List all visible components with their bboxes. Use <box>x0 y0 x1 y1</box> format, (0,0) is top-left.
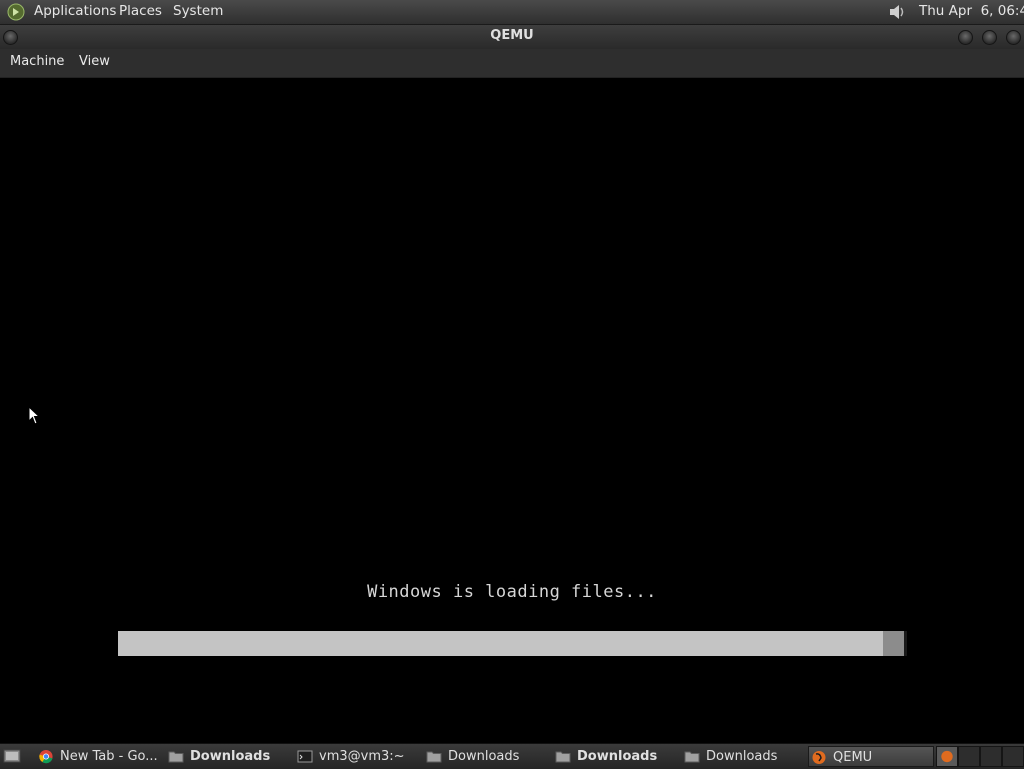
task-terminal[interactable]: vm3@vm3:~ <box>295 746 417 767</box>
qemu-menubar: Machine View <box>0 49 1024 78</box>
clock[interactable]: Thu Apr 6, 06:40 <box>919 0 1024 24</box>
window-title: QEMU <box>490 28 534 43</box>
loading-status-text: Windows is loading files... <box>367 582 657 602</box>
workspace-4[interactable] <box>1002 746 1024 767</box>
top-panel: Applications Places System Thu Apr 6, 06… <box>0 0 1024 25</box>
places-menu[interactable]: Places <box>119 0 162 24</box>
workspace-1[interactable] <box>936 746 958 767</box>
task-label: Downloads <box>190 749 271 764</box>
task-qemu[interactable]: QEMU <box>808 746 934 767</box>
task-downloads-2[interactable]: Downloads <box>424 746 546 767</box>
folder-icon <box>555 751 571 763</box>
progress-indicator <box>883 631 904 656</box>
window-titlebar[interactable]: QEMU <box>0 25 1024 49</box>
folder-icon <box>426 751 442 763</box>
task-label: Downloads <box>448 749 520 764</box>
folder-icon <box>684 751 700 763</box>
task-downloads-3[interactable]: Downloads <box>553 746 675 767</box>
machine-menu[interactable]: Machine <box>10 49 64 77</box>
task-label: Downloads <box>577 749 658 764</box>
task-downloads-1[interactable]: Downloads <box>166 746 288 767</box>
loading-progress-bar <box>118 631 907 656</box>
show-desktop-icon[interactable] <box>3 748 21 765</box>
volume-icon[interactable] <box>887 3 907 21</box>
minimize-button[interactable] <box>958 30 973 45</box>
maximize-button[interactable] <box>982 30 997 45</box>
workspace-3[interactable] <box>980 746 1002 767</box>
task-label: New Tab - Go... <box>60 749 158 764</box>
task-label: Downloads <box>706 749 778 764</box>
applications-menu[interactable]: Applications <box>34 0 116 24</box>
folder-icon <box>168 751 184 763</box>
system-menu[interactable]: System <box>173 0 223 24</box>
mouse-cursor-icon <box>28 406 40 425</box>
terminal-icon <box>297 750 313 763</box>
task-label: QEMU <box>833 750 873 765</box>
view-menu[interactable]: View <box>79 49 110 77</box>
applications-logo-icon[interactable] <box>7 3 25 21</box>
task-label: vm3@vm3:~ <box>319 749 405 764</box>
progress-fill <box>118 631 883 656</box>
workspace-2[interactable] <box>958 746 980 767</box>
close-button[interactable] <box>1006 30 1021 45</box>
qemu-icon <box>812 751 826 764</box>
qemu-icon <box>941 750 953 763</box>
taskbar: New Tab - Go... Downloads vm3@vm3:~ Down… <box>0 743 1024 769</box>
task-new-tab-chrome[interactable]: New Tab - Go... <box>36 746 160 767</box>
chrome-icon <box>39 749 53 764</box>
task-downloads-4[interactable]: Downloads <box>682 746 804 767</box>
